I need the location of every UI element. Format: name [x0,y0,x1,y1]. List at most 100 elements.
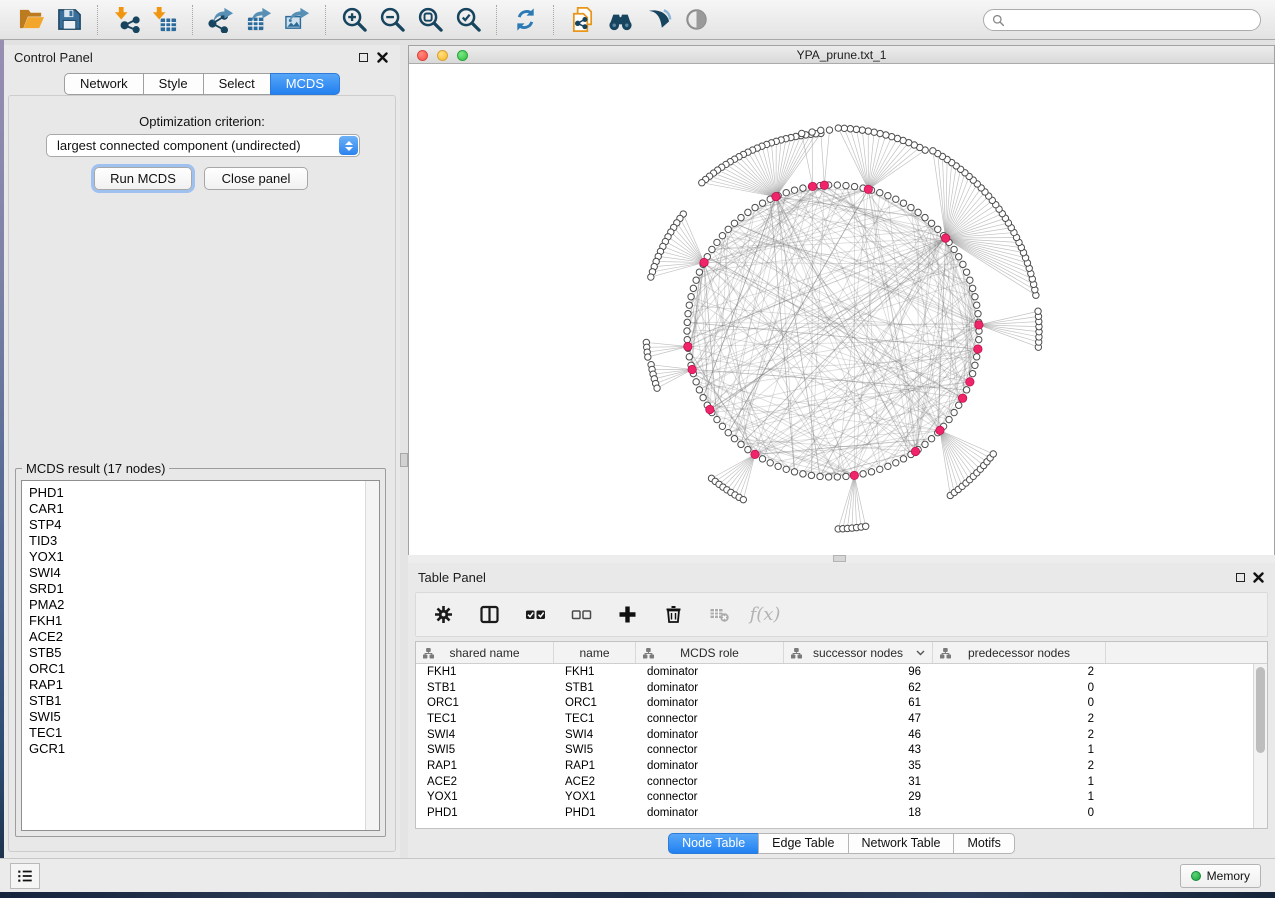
open-file-icon[interactable] [15,4,47,36]
result-list-item[interactable]: SRD1 [29,581,365,597]
search-input[interactable] [1010,13,1256,27]
column-header-shared-name[interactable]: shared name [416,642,554,663]
close-panel-button[interactable]: Close panel [204,167,308,190]
export-table-icon[interactable] [243,4,275,36]
result-list-item[interactable]: GCR1 [29,741,365,757]
table-row[interactable]: ORC1ORC1dominator610 [416,695,1267,711]
zoom-fit-icon[interactable] [414,4,446,36]
result-list-item[interactable]: FKH1 [29,613,365,629]
scrollbar-thumb[interactable] [1256,667,1265,753]
result-list-item[interactable]: TEC1 [29,725,365,741]
tab-motifs[interactable]: Motifs [953,833,1014,854]
node-attribute-icon [423,648,434,662]
vizmapper-icon[interactable] [642,4,674,36]
cell-successor-nodes: 18 [784,807,933,819]
splitter-grip[interactable] [400,453,408,467]
memory-button[interactable]: Memory [1180,864,1261,888]
import-table-icon[interactable] [148,4,180,36]
result-list-item[interactable]: CAR1 [29,501,365,517]
deselect-all-icon[interactable] [568,604,594,626]
tab-select[interactable]: Select [203,73,271,95]
column-header-predecessor-nodes[interactable]: predecessor nodes [933,642,1106,663]
table-row[interactable]: RAP1RAP1dominator352 [416,758,1267,774]
cell-MCDS-role: dominator [636,697,784,709]
float-panel-icon[interactable] [1236,573,1245,582]
result-list-item[interactable]: STB5 [29,645,365,661]
result-list-item[interactable]: PMA2 [29,597,365,613]
network-canvas[interactable] [409,64,1274,555]
table-row[interactable]: PHD1PHD1dominator180 [416,805,1267,821]
tab-edge-table[interactable]: Edge Table [758,833,848,854]
result-list-item[interactable]: SWI4 [29,565,365,581]
export-image-icon[interactable] [281,4,313,36]
delete-table-icon[interactable] [706,604,732,626]
splitter-grip[interactable] [833,555,846,562]
mcds-result-list[interactable]: PHD1CAR1STP4TID3YOX1SWI4SRD1PMA2FKH1ACE2… [21,480,380,831]
cell-successor-nodes: 43 [784,744,933,756]
columns-icon[interactable] [476,604,502,626]
float-panel-icon[interactable] [359,53,368,62]
export-network-icon[interactable] [205,4,237,36]
task-history-button[interactable] [10,863,40,889]
select-all-icon[interactable] [522,604,548,626]
settings-icon[interactable] [430,604,456,626]
search-network-icon[interactable] [604,4,636,36]
table-scrollbar[interactable] [1253,664,1267,828]
hide-eye-icon[interactable] [680,4,712,36]
zoom-in-icon[interactable] [338,4,370,36]
table-row[interactable]: YOX1YOX1connector291 [416,790,1267,806]
function-builder-icon[interactable]: f(x) [752,604,778,626]
vertical-splitter[interactable] [400,45,408,858]
cell-MCDS-role: dominator [636,760,784,772]
memory-status-icon [1191,871,1201,881]
tab-style[interactable]: Style [143,73,204,95]
result-list-item[interactable]: YOX1 [29,549,365,565]
result-list-item[interactable]: SWI5 [29,709,365,725]
close-panel-icon[interactable] [1253,572,1264,583]
table-row[interactable]: SWI4SWI4dominator462 [416,727,1267,743]
run-mcds-button[interactable]: Run MCDS [94,167,192,190]
result-list-item[interactable]: ORC1 [29,661,365,677]
zoom-out-icon[interactable] [376,4,408,36]
result-list-item[interactable]: TID3 [29,533,365,549]
delete-row-icon[interactable] [660,604,686,626]
table-row[interactable]: TEC1TEC1connector472 [416,711,1267,727]
select-stepper-icon [339,136,358,155]
clone-network-icon[interactable] [566,4,598,36]
cell-name: STB1 [554,682,636,694]
table-row[interactable]: FKH1FKH1dominator962 [416,664,1267,680]
column-header-successor-nodes[interactable]: successor nodes [784,642,933,663]
result-list-item[interactable]: STB1 [29,693,365,709]
zoom-selected-icon[interactable] [452,4,484,36]
result-list-item[interactable]: RAP1 [29,677,365,693]
add-row-icon[interactable] [614,604,640,626]
column-header-name[interactable]: name [554,642,636,663]
import-network-icon[interactable] [110,4,142,36]
horizontal-splitter[interactable] [408,555,1275,563]
result-list-item[interactable]: PHD1 [29,485,365,501]
column-header-MCDS-role[interactable]: MCDS role [636,642,784,663]
cell-shared-name: FKH1 [416,666,554,678]
tab-network[interactable]: Network [64,73,144,95]
close-panel-icon[interactable] [377,52,388,63]
table-row[interactable]: ACE2ACE2connector311 [416,774,1267,790]
table-row[interactable]: SWI5SWI5connector431 [416,742,1267,758]
cell-MCDS-role: connector [636,713,784,725]
toolbar-icon-groups [12,4,715,36]
network-search-box[interactable] [983,9,1261,31]
network-window-title: YPA_prune.txt_1 [409,48,1274,62]
cell-MCDS-role: dominator [636,666,784,678]
tab-network-table[interactable]: Network Table [848,833,955,854]
result-list-scrollbar[interactable] [365,481,379,830]
cell-shared-name: TEC1 [416,713,554,725]
network-window-titlebar[interactable]: YPA_prune.txt_1 [409,46,1274,64]
result-list-item[interactable]: STP4 [29,517,365,533]
tab-mcds[interactable]: MCDS [270,73,340,95]
table-row[interactable]: STB1STB1dominator620 [416,680,1267,696]
optimization-criterion-select[interactable]: largest connected component (undirected) [46,134,360,157]
refresh-network-icon[interactable] [509,4,541,36]
table-tabs: Node TableEdge TableNetwork TableMotifs [408,833,1275,854]
save-session-icon[interactable] [53,4,85,36]
result-list-item[interactable]: ACE2 [29,629,365,645]
tab-node-table[interactable]: Node Table [668,833,759,854]
